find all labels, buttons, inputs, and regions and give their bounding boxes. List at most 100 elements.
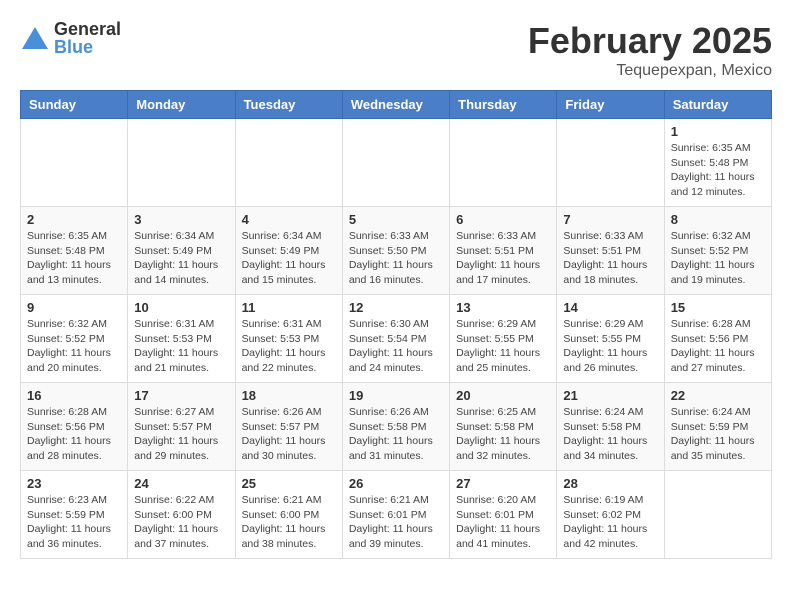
calendar-cell: 13 Sunrise: 6:29 AM Sunset: 5:55 PM Dayli… — [450, 295, 557, 383]
day-number: 10 — [134, 300, 228, 315]
calendar-cell — [128, 119, 235, 207]
day-info: Sunrise: 6:24 AM Sunset: 5:58 PM Dayligh… — [563, 405, 657, 464]
calendar-cell: 7 Sunrise: 6:33 AM Sunset: 5:51 PM Daylig… — [557, 207, 664, 295]
calendar-cell: 28Sunrise: 6:19 AM Sunset: 6:02 PM Dayli… — [557, 471, 664, 559]
day-number: 22 — [671, 388, 765, 403]
calendar-cell: 20 Sunrise: 6:25 AM Sunset: 5:58 PM Dayli… — [450, 383, 557, 471]
calendar-cell: 1 Sunrise: 6:35 AM Sunset: 5:48 PM Daylig… — [664, 119, 771, 207]
calendar-cell: 19 Sunrise: 6:26 AM Sunset: 5:58 PM Dayli… — [342, 383, 449, 471]
day-info: Sunrise: 6:25 AM Sunset: 5:58 PM Dayligh… — [456, 405, 550, 464]
day-info: Sunrise: 6:34 AM Sunset: 5:49 PM Dayligh… — [134, 229, 228, 288]
day-header-wednesday: Wednesday — [342, 91, 449, 119]
day-header-monday: Monday — [128, 91, 235, 119]
calendar-cell: 9 Sunrise: 6:32 AM Sunset: 5:52 PM Daylig… — [21, 295, 128, 383]
day-number: 1 — [671, 124, 765, 139]
calendar-cell: 14 Sunrise: 6:29 AM Sunset: 5:55 PM Dayli… — [557, 295, 664, 383]
day-info: Sunrise: 6:23 AM Sunset: 5:59 PM Dayligh… — [27, 493, 121, 552]
day-number: 20 — [456, 388, 550, 403]
day-number: 8 — [671, 212, 765, 227]
day-number: 19 — [349, 388, 443, 403]
day-info: Sunrise: 6:29 AM Sunset: 5:55 PM Dayligh… — [456, 317, 550, 376]
day-header-thursday: Thursday — [450, 91, 557, 119]
calendar-table: SundayMondayTuesdayWednesdayThursdayFrid… — [20, 90, 772, 559]
calendar-week-row: 1 Sunrise: 6:35 AM Sunset: 5:48 PM Daylig… — [21, 119, 772, 207]
day-info: Sunrise: 6:34 AM Sunset: 5:49 PM Dayligh… — [242, 229, 336, 288]
calendar-cell: 15 Sunrise: 6:28 AM Sunset: 5:56 PM Dayli… — [664, 295, 771, 383]
calendar-cell: 4 Sunrise: 6:34 AM Sunset: 5:49 PM Daylig… — [235, 207, 342, 295]
day-info: Sunrise: 6:33 AM Sunset: 5:50 PM Dayligh… — [349, 229, 443, 288]
day-info: Sunrise: 6:33 AM Sunset: 5:51 PM Dayligh… — [563, 229, 657, 288]
calendar-week-row: 9 Sunrise: 6:32 AM Sunset: 5:52 PM Daylig… — [21, 295, 772, 383]
calendar-cell: 23 Sunrise: 6:23 AM Sunset: 5:59 PM Dayli… — [21, 471, 128, 559]
calendar-cell — [235, 119, 342, 207]
day-number: 12 — [349, 300, 443, 315]
page-header: General Blue February 2025 Tequepexpan, … — [20, 20, 772, 80]
logo-icon — [20, 23, 50, 53]
calendar-cell — [21, 119, 128, 207]
day-info: Sunrise: 6:30 AM Sunset: 5:54 PM Dayligh… — [349, 317, 443, 376]
day-number: 5 — [349, 212, 443, 227]
calendar-cell: 26Sunrise: 6:21 AM Sunset: 6:01 PM Dayli… — [342, 471, 449, 559]
day-number: 24 — [134, 476, 228, 491]
title-block: February 2025 Tequepexpan, Mexico — [528, 20, 772, 80]
day-info: Sunrise: 6:28 AM Sunset: 5:56 PM Dayligh… — [27, 405, 121, 464]
calendar-cell: 5 Sunrise: 6:33 AM Sunset: 5:50 PM Daylig… — [342, 207, 449, 295]
day-number: 14 — [563, 300, 657, 315]
day-info: Sunrise: 6:24 AM Sunset: 5:59 PM Dayligh… — [671, 405, 765, 464]
calendar-cell: 27Sunrise: 6:20 AM Sunset: 6:01 PM Dayli… — [450, 471, 557, 559]
day-number: 23 — [27, 476, 121, 491]
calendar-cell: 11Sunrise: 6:31 AM Sunset: 5:53 PM Dayli… — [235, 295, 342, 383]
logo-general: General — [54, 20, 121, 38]
day-header-sunday: Sunday — [21, 91, 128, 119]
calendar-cell: 16 Sunrise: 6:28 AM Sunset: 5:56 PM Dayli… — [21, 383, 128, 471]
calendar-cell: 18Sunrise: 6:26 AM Sunset: 5:57 PM Dayli… — [235, 383, 342, 471]
day-info: Sunrise: 6:27 AM Sunset: 5:57 PM Dayligh… — [134, 405, 228, 464]
calendar-cell: 22 Sunrise: 6:24 AM Sunset: 5:59 PM Dayli… — [664, 383, 771, 471]
day-info: Sunrise: 6:29 AM Sunset: 5:55 PM Dayligh… — [563, 317, 657, 376]
day-info: Sunrise: 6:32 AM Sunset: 5:52 PM Dayligh… — [671, 229, 765, 288]
calendar-cell: 6Sunrise: 6:33 AM Sunset: 5:51 PM Daylig… — [450, 207, 557, 295]
day-info: Sunrise: 6:20 AM Sunset: 6:01 PM Dayligh… — [456, 493, 550, 552]
day-number: 3 — [134, 212, 228, 227]
calendar-cell: 17 Sunrise: 6:27 AM Sunset: 5:57 PM Dayli… — [128, 383, 235, 471]
location-title: Tequepexpan, Mexico — [528, 62, 772, 80]
calendar-week-row: 23 Sunrise: 6:23 AM Sunset: 5:59 PM Dayli… — [21, 471, 772, 559]
logo-text: General Blue — [54, 20, 121, 56]
calendar-cell: 25 Sunrise: 6:21 AM Sunset: 6:00 PM Dayli… — [235, 471, 342, 559]
day-number: 4 — [242, 212, 336, 227]
day-number: 2 — [27, 212, 121, 227]
logo-blue: Blue — [54, 38, 121, 56]
day-header-tuesday: Tuesday — [235, 91, 342, 119]
day-number: 15 — [671, 300, 765, 315]
day-info: Sunrise: 6:31 AM Sunset: 5:53 PM Dayligh… — [134, 317, 228, 376]
day-number: 9 — [27, 300, 121, 315]
calendar-cell: 24 Sunrise: 6:22 AM Sunset: 6:00 PM Dayli… — [128, 471, 235, 559]
day-info: Sunrise: 6:26 AM Sunset: 5:57 PM Dayligh… — [242, 405, 336, 464]
day-info: Sunrise: 6:35 AM Sunset: 5:48 PM Dayligh… — [671, 141, 765, 200]
day-info: Sunrise: 6:33 AM Sunset: 5:51 PM Dayligh… — [456, 229, 550, 288]
calendar-cell: 10 Sunrise: 6:31 AM Sunset: 5:53 PM Dayli… — [128, 295, 235, 383]
day-info: Sunrise: 6:31 AM Sunset: 5:53 PM Dayligh… — [242, 317, 336, 376]
calendar-cell — [342, 119, 449, 207]
day-info: Sunrise: 6:26 AM Sunset: 5:58 PM Dayligh… — [349, 405, 443, 464]
day-number: 25 — [242, 476, 336, 491]
day-info: Sunrise: 6:22 AM Sunset: 6:00 PM Dayligh… — [134, 493, 228, 552]
day-info: Sunrise: 6:28 AM Sunset: 5:56 PM Dayligh… — [671, 317, 765, 376]
calendar-cell: 8 Sunrise: 6:32 AM Sunset: 5:52 PM Daylig… — [664, 207, 771, 295]
logo: General Blue — [20, 20, 121, 56]
day-info: Sunrise: 6:19 AM Sunset: 6:02 PM Dayligh… — [563, 493, 657, 552]
day-info: Sunrise: 6:32 AM Sunset: 5:52 PM Dayligh… — [27, 317, 121, 376]
month-title: February 2025 — [528, 20, 772, 62]
calendar-cell — [664, 471, 771, 559]
day-number: 21 — [563, 388, 657, 403]
day-number: 13 — [456, 300, 550, 315]
day-header-saturday: Saturday — [664, 91, 771, 119]
day-number: 17 — [134, 388, 228, 403]
calendar-cell: 2Sunrise: 6:35 AM Sunset: 5:48 PM Daylig… — [21, 207, 128, 295]
calendar-cell — [557, 119, 664, 207]
calendar-header-row: SundayMondayTuesdayWednesdayThursdayFrid… — [21, 91, 772, 119]
day-header-friday: Friday — [557, 91, 664, 119]
day-number: 7 — [563, 212, 657, 227]
day-info: Sunrise: 6:21 AM Sunset: 6:00 PM Dayligh… — [242, 493, 336, 552]
day-number: 16 — [27, 388, 121, 403]
